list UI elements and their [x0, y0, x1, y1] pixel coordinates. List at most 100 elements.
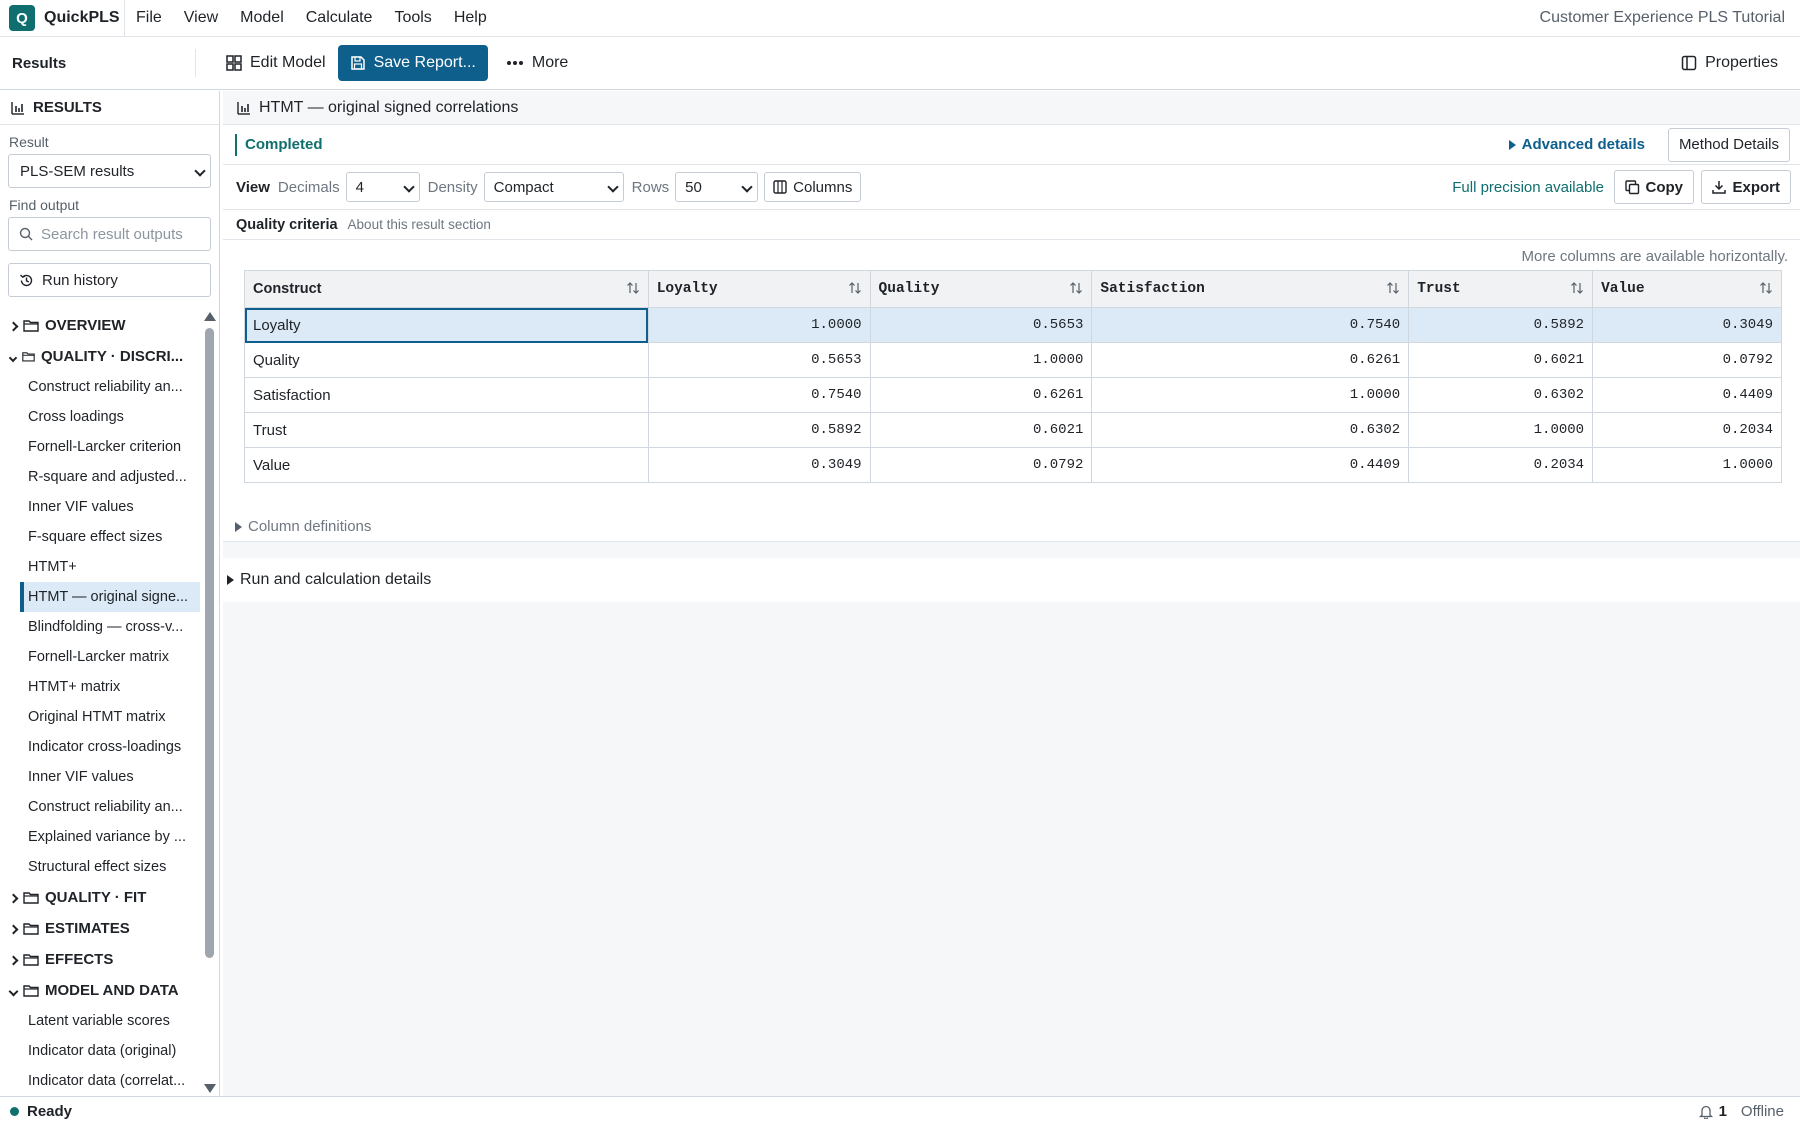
- scroll-down-icon[interactable]: [204, 1084, 216, 1093]
- tree-item[interactable]: Explained variance by ...: [0, 822, 200, 852]
- group-estimates[interactable]: ESTIMATES: [0, 913, 200, 944]
- table-cell[interactable]: Value: [244, 447, 649, 483]
- column-header[interactable]: Satisfaction: [1091, 270, 1410, 308]
- table-cell[interactable]: 0.6021: [1408, 342, 1594, 378]
- notifications-button[interactable]: 1: [1698, 1103, 1727, 1120]
- save-report-button[interactable]: Save Report...: [337, 45, 488, 81]
- section-about-link[interactable]: About this result section: [348, 217, 491, 232]
- table-cell[interactable]: 0.5653: [869, 307, 1093, 343]
- group-effects[interactable]: EFFECTS: [0, 944, 200, 975]
- copy-button[interactable]: Copy: [1613, 170, 1694, 204]
- tree-item[interactable]: Latent variable scores: [0, 1006, 200, 1036]
- table-cell[interactable]: 0.6021: [869, 412, 1093, 448]
- tree-item[interactable]: Fornell-Larcker criterion: [0, 432, 200, 462]
- table-cell[interactable]: 1.0000: [869, 342, 1093, 378]
- decimals-select[interactable]: 4: [345, 172, 420, 202]
- group-quality-discri[interactable]: QUALITY · DISCRI...: [0, 341, 200, 372]
- run-details-toggle[interactable]: Run and calculation details: [223, 558, 1800, 602]
- group-quality-fit[interactable]: QUALITY · FIT: [0, 882, 200, 913]
- table-cell[interactable]: 0.5653: [647, 342, 871, 378]
- columns-button[interactable]: Columns: [764, 172, 862, 202]
- table-cell[interactable]: 0.5892: [647, 412, 871, 448]
- column-definitions-toggle[interactable]: Column definitions: [235, 518, 371, 535]
- sort-icon[interactable]: [1386, 281, 1400, 300]
- column-header[interactable]: Quality: [869, 270, 1093, 308]
- table-cell[interactable]: Quality: [244, 342, 649, 378]
- table-cell[interactable]: 0.4409: [1592, 377, 1782, 413]
- table-cell[interactable]: 0.4409: [1091, 447, 1410, 483]
- edit-model-button[interactable]: Edit Model: [214, 45, 338, 81]
- table-cell[interactable]: 1.0000: [647, 307, 871, 343]
- table-cell[interactable]: 0.2034: [1408, 447, 1594, 483]
- tree-item[interactable]: Cross loadings: [0, 402, 200, 432]
- table-row[interactable]: Quality 0.5653 1.0000 0.6261 0.6021 0.07…: [244, 342, 1782, 378]
- tree-item[interactable]: Inner VIF values: [0, 492, 200, 522]
- column-header[interactable]: Value: [1592, 270, 1782, 308]
- tree-item[interactable]: HTMT+: [0, 552, 200, 582]
- table-cell[interactable]: 0.2034: [1592, 412, 1782, 448]
- table-cell[interactable]: 0.6302: [1091, 412, 1410, 448]
- menu-view[interactable]: View: [173, 0, 229, 37]
- menu-tools[interactable]: Tools: [383, 0, 442, 37]
- table-cell[interactable]: 1.0000: [1091, 377, 1410, 413]
- table-row[interactable]: Trust 0.5892 0.6021 0.6302 1.0000 0.2034: [244, 412, 1782, 448]
- tree-item[interactable]: Indicator data (original): [0, 1036, 200, 1066]
- table-cell[interactable]: 0.3049: [647, 447, 871, 483]
- table-cell[interactable]: 0.6261: [869, 377, 1093, 413]
- table-row[interactable]: Value 0.3049 0.0792 0.4409 0.2034 1.0000: [244, 447, 1782, 483]
- table-cell[interactable]: 0.0792: [1592, 342, 1782, 378]
- table-cell[interactable]: 1.0000: [1408, 412, 1594, 448]
- advanced-details-toggle[interactable]: Advanced details: [1508, 136, 1645, 153]
- sort-icon[interactable]: [848, 281, 862, 300]
- menu-calculate[interactable]: Calculate: [295, 0, 384, 37]
- menu-help[interactable]: Help: [443, 0, 498, 37]
- table-row[interactable]: Loyalty 1.0000 0.5653 0.7540 0.5892 0.30…: [244, 307, 1782, 343]
- sort-icon[interactable]: [1759, 281, 1773, 300]
- tree-item[interactable]: Fornell-Larcker matrix: [0, 642, 200, 672]
- table-cell[interactable]: 0.7540: [647, 377, 871, 413]
- table-cell[interactable]: 0.7540: [1091, 307, 1410, 343]
- sort-icon[interactable]: [626, 281, 640, 299]
- tree-item[interactable]: Structural effect sizes: [0, 852, 200, 882]
- table-cell[interactable]: Trust: [244, 412, 649, 448]
- tree-item[interactable]: HTMT+ matrix: [0, 672, 200, 702]
- tree-item[interactable]: Original HTMT matrix: [0, 702, 200, 732]
- table-cell[interactable]: Satisfaction: [244, 377, 649, 413]
- tree-item[interactable]: Indicator cross-loadings: [0, 732, 200, 762]
- tree-item[interactable]: Construct reliability an...: [0, 792, 200, 822]
- table-cell[interactable]: 1.0000: [1592, 447, 1782, 483]
- result-select[interactable]: PLS-SEM results: [8, 154, 211, 188]
- run-history-button[interactable]: Run history: [8, 263, 211, 297]
- menu-file[interactable]: File: [125, 0, 173, 37]
- scroll-up-icon[interactable]: [204, 312, 216, 321]
- tree-item[interactable]: Inner VIF values: [0, 762, 200, 792]
- column-header[interactable]: Construct: [244, 270, 649, 308]
- menu-model[interactable]: Model: [229, 0, 295, 37]
- table-cell[interactable]: 0.0792: [869, 447, 1093, 483]
- table-cell[interactable]: Loyalty: [244, 307, 649, 343]
- table-cell[interactable]: 0.3049: [1592, 307, 1782, 343]
- scroll-thumb[interactable]: [205, 328, 214, 958]
- table-cell[interactable]: 0.6302: [1408, 377, 1594, 413]
- sort-icon[interactable]: [1069, 281, 1083, 300]
- tree-item[interactable]: Indicator data (correlat...: [0, 1066, 200, 1096]
- search-input[interactable]: [41, 225, 201, 243]
- table-cell[interactable]: 0.5892: [1408, 307, 1594, 343]
- table-cell[interactable]: 0.6261: [1091, 342, 1410, 378]
- tree-item[interactable]: Construct reliability an...: [0, 372, 200, 402]
- tree-item[interactable]: F-square effect sizes: [0, 522, 200, 552]
- properties-button[interactable]: Properties: [1669, 45, 1790, 81]
- more-button[interactable]: More: [494, 45, 580, 81]
- group-overview[interactable]: OVERVIEW: [0, 310, 200, 341]
- sidebar-scrollbar[interactable]: [202, 310, 216, 1095]
- rows-select[interactable]: 50: [675, 172, 759, 202]
- sort-icon[interactable]: [1570, 281, 1584, 300]
- export-button[interactable]: Export: [1701, 170, 1791, 204]
- column-header[interactable]: Loyalty: [647, 270, 871, 308]
- density-select[interactable]: Compact: [483, 172, 624, 202]
- method-details-button[interactable]: Method Details: [1667, 127, 1790, 162]
- tree-item-active[interactable]: HTMT — original signe...: [20, 582, 200, 612]
- tree-item[interactable]: R-square and adjusted...: [0, 462, 200, 492]
- table-row[interactable]: Satisfaction 0.7540 0.6261 1.0000 0.6302…: [244, 377, 1782, 413]
- group-model-data[interactable]: MODEL AND DATA: [0, 975, 200, 1006]
